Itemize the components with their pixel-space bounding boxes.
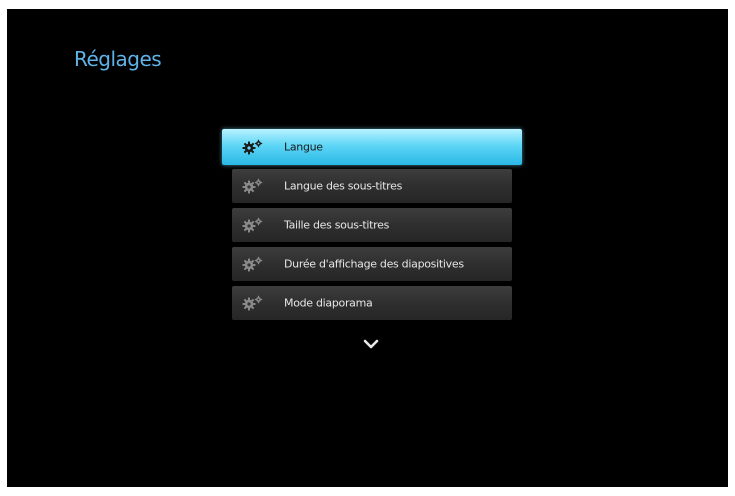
tv-screen: Réglages Langue Langue des sous-titres T… — [7, 9, 728, 487]
menu-item-label: Taille des sous-titres — [284, 218, 390, 232]
menu-item-label: Durée d'affichage des diapositives — [284, 257, 464, 271]
menu-item-duree-diapositives[interactable]: Durée d'affichage des diapositives — [232, 247, 512, 281]
gears-icon — [242, 139, 264, 155]
menu-item-label: Langue des sous-titres — [284, 179, 403, 193]
menu-item-mode-diaporama[interactable]: Mode diaporama — [232, 286, 512, 320]
menu-item-taille-sous-titres[interactable]: Taille des sous-titres — [232, 208, 512, 242]
gears-icon — [242, 256, 264, 272]
menu-item-label: Langue — [284, 140, 323, 154]
chevron-down-icon[interactable] — [363, 335, 379, 349]
menu-item-label: Mode diaporama — [284, 296, 373, 310]
gears-icon — [242, 295, 264, 311]
page-title: Réglages — [74, 47, 162, 71]
menu-item-langue[interactable]: Langue — [222, 129, 522, 165]
gears-icon — [242, 178, 264, 194]
menu-item-langue-sous-titres[interactable]: Langue des sous-titres — [232, 169, 512, 203]
settings-menu: Langue Langue des sous-titres Taille des… — [222, 129, 522, 325]
gears-icon — [242, 217, 264, 233]
